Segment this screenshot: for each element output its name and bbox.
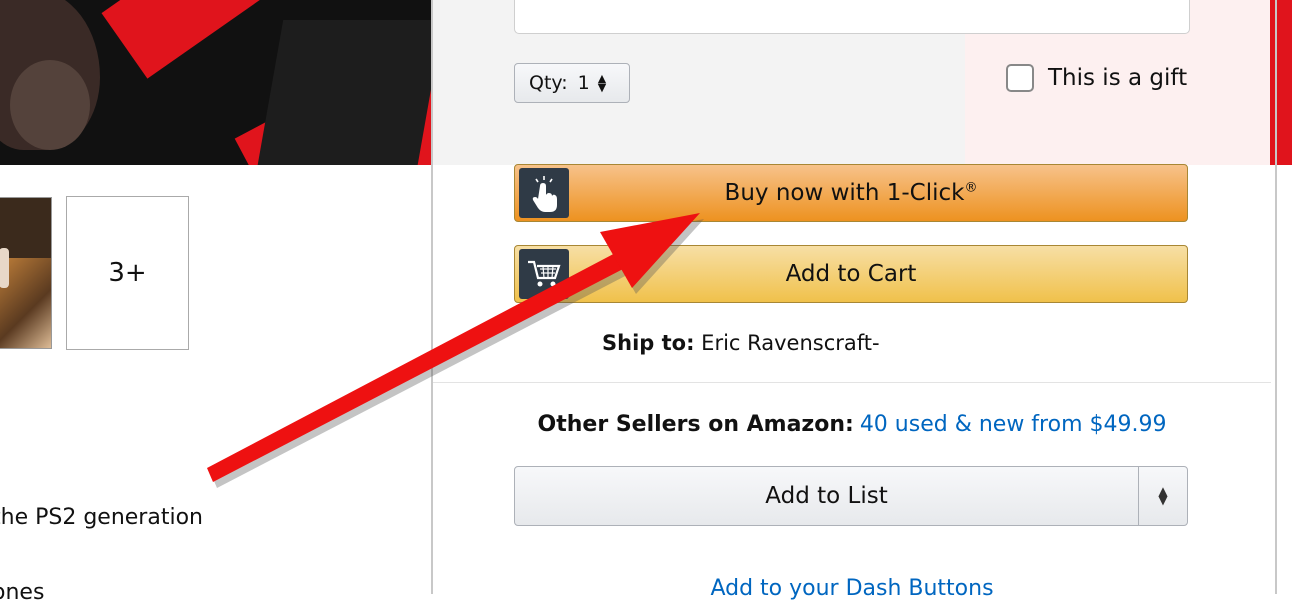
other-sellers: Other Sellers on Amazon: 40 used & new fr… bbox=[433, 412, 1271, 437]
buy-now-label: Buy now with 1-Click bbox=[724, 180, 965, 206]
chevron-updown-icon: ▲ ▼ bbox=[1158, 484, 1168, 507]
ship-to-name: Eric Ravenscraft- bbox=[701, 331, 880, 355]
description-text: ones bbox=[0, 580, 45, 605]
quantity-value: 1 bbox=[577, 72, 590, 94]
dash-buttons-link[interactable]: Add to your Dash Buttons bbox=[433, 576, 1271, 601]
add-to-cart-label: Add to Cart bbox=[785, 261, 917, 287]
shopping-cart-icon bbox=[519, 249, 569, 299]
ship-to-label: Ship to: bbox=[602, 331, 695, 355]
ship-to[interactable]: Ship to: Eric Ravenscraft- bbox=[602, 331, 880, 355]
add-to-list-button[interactable]: Add to List bbox=[515, 467, 1138, 525]
quantity-select[interactable]: Qty: 1 ▲ ▼ bbox=[514, 63, 630, 103]
quantity-label: Qty: bbox=[529, 72, 568, 94]
gift-option[interactable]: This is a gift bbox=[1006, 64, 1187, 92]
other-sellers-link[interactable]: 40 used & new from $49.99 bbox=[860, 412, 1167, 437]
more-images-thumbnail[interactable]: 3+ bbox=[66, 196, 189, 350]
product-thumbnail[interactable] bbox=[0, 197, 52, 349]
add-to-cart-button[interactable]: Add to Cart bbox=[514, 245, 1188, 303]
description-text: the PS2 generation bbox=[0, 505, 203, 530]
hand-pointer-icon bbox=[519, 168, 569, 218]
top-field[interactable] bbox=[514, 0, 1190, 34]
chevron-updown-icon: ▲ ▼ bbox=[597, 72, 607, 94]
buy-now-button[interactable]: Buy now with 1-Click® bbox=[514, 164, 1188, 222]
add-to-list-control[interactable]: Add to List ▲ ▼ bbox=[514, 466, 1188, 526]
other-sellers-label: Other Sellers on Amazon: bbox=[537, 412, 854, 437]
divider bbox=[433, 382, 1271, 383]
registered-mark: ® bbox=[964, 180, 978, 196]
product-image bbox=[0, 0, 431, 165]
gift-checkbox[interactable] bbox=[1006, 64, 1034, 92]
add-to-list-dropdown[interactable]: ▲ ▼ bbox=[1138, 467, 1187, 525]
gift-label: This is a gift bbox=[1048, 65, 1188, 91]
